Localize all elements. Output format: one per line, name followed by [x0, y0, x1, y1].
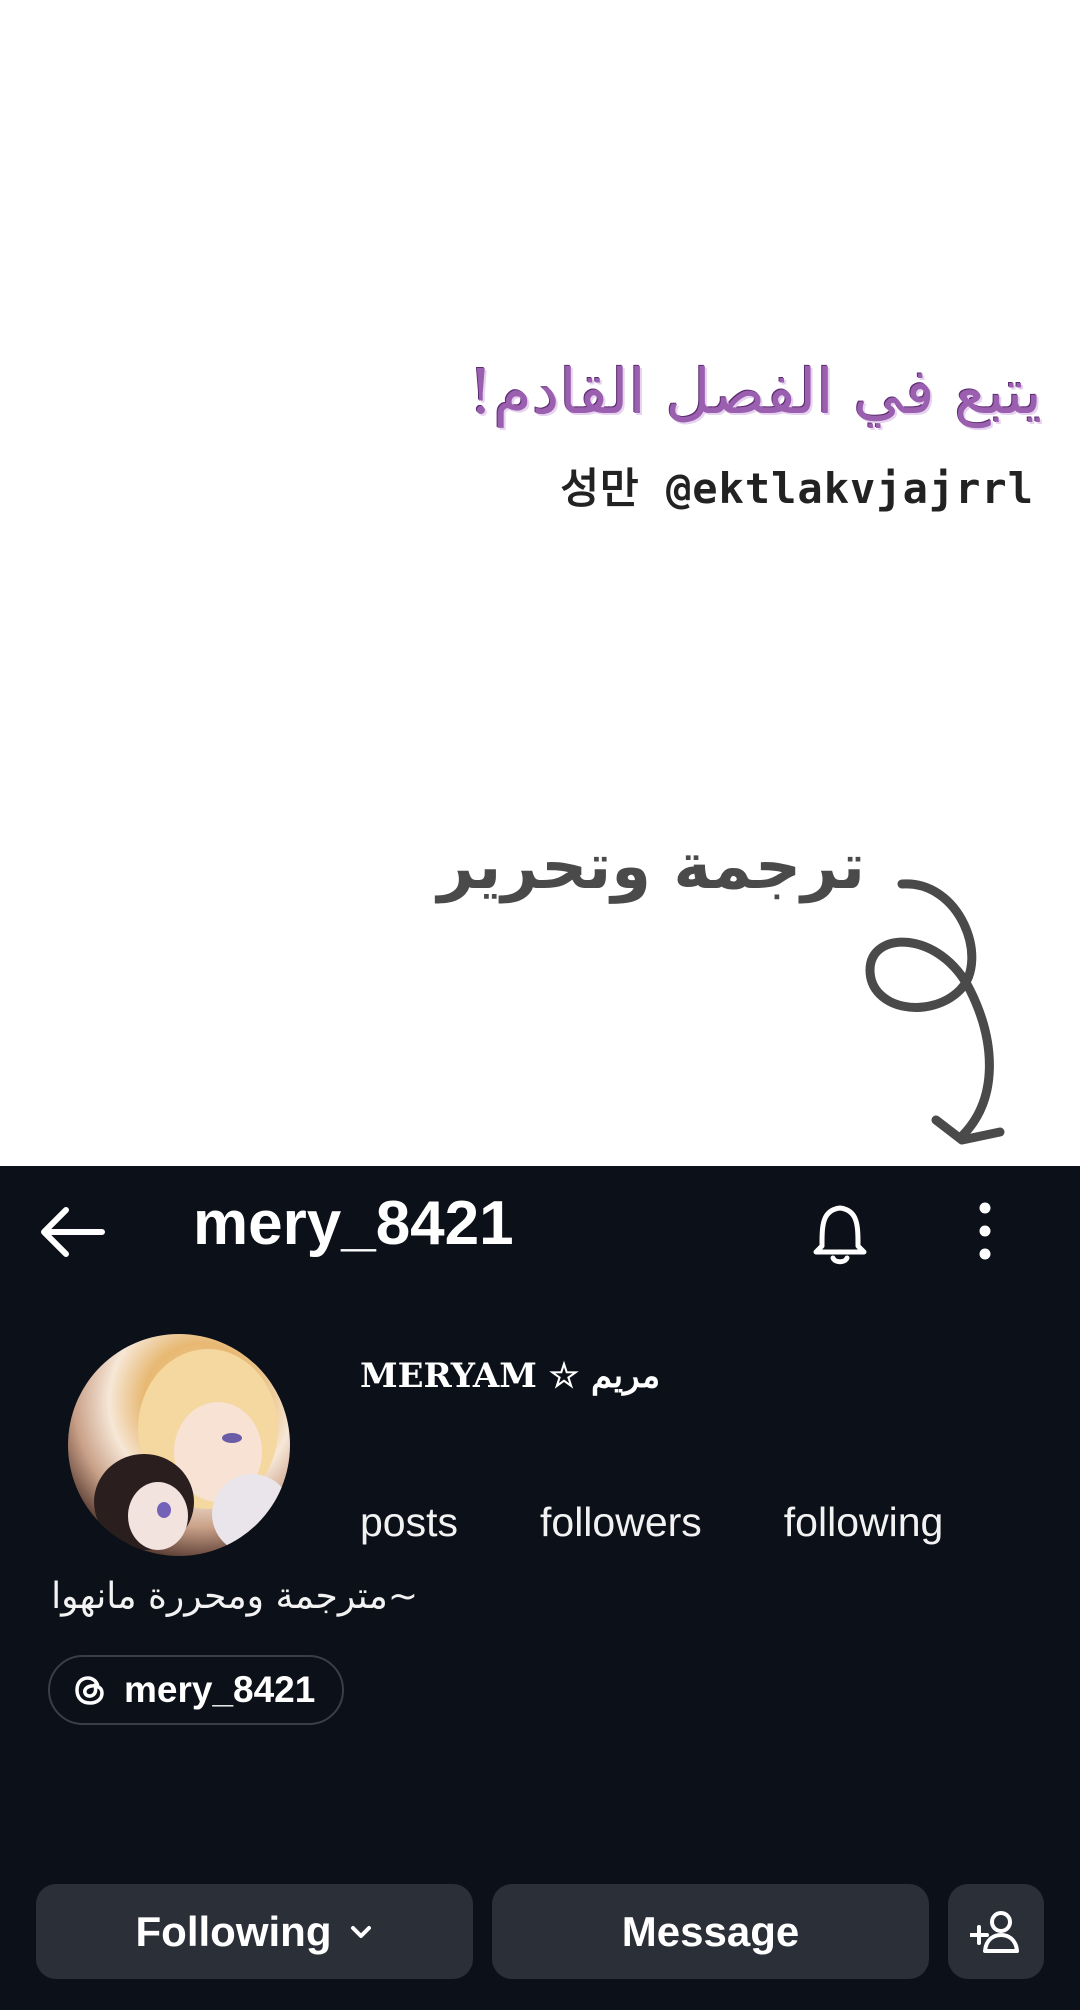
username-title: mery_8421 — [193, 1189, 514, 1258]
add-person-button[interactable] — [948, 1884, 1044, 1979]
credit-text: 성만 @ektlakvjajrrl — [560, 464, 1034, 513]
threads-icon — [75, 1676, 104, 1705]
message-button-label: Message — [621, 1907, 800, 1955]
bell-icon[interactable] — [808, 1196, 872, 1266]
followers-label[interactable]: followers — [540, 1499, 702, 1559]
profile-stats: posts followers following — [360, 1499, 1040, 1559]
display-name: MERYAM ☆ مريم — [360, 1356, 661, 1396]
avatar-illustration — [94, 1349, 290, 1554]
curly-arrow-icon — [865, 879, 1005, 1145]
chevron-down-icon — [351, 1925, 372, 1938]
bio-text: ~مترجمة ومحررة مانهوا — [51, 1576, 418, 1617]
translation-label: ترجمة وتحرير — [437, 830, 865, 904]
threads-badge[interactable]: mery_8421 — [48, 1655, 344, 1725]
following-label[interactable]: following — [784, 1499, 944, 1559]
more-vertical-icon[interactable] — [968, 1200, 1002, 1262]
avatar[interactable] — [68, 1334, 290, 1556]
add-person-icon — [970, 1910, 1019, 1953]
profile-screen: mery_8421 MERYAM ☆ مريم posts followers … — [0, 1166, 1080, 2010]
profile-header: mery_8421 — [0, 1166, 1080, 1296]
following-button-label: Following — [135, 1907, 332, 1955]
next-chapter-text: يتبع في الفصل القادم! — [468, 355, 1042, 428]
comic-panel: يتبع في الفصل القادم! 성만 @ektlakvjajrrl … — [0, 0, 1080, 1166]
following-button[interactable]: Following — [36, 1884, 473, 1979]
posts-label[interactable]: posts — [360, 1499, 458, 1559]
message-button[interactable]: Message — [492, 1884, 929, 1979]
back-arrow-icon[interactable] — [36, 1204, 106, 1260]
threads-handle: mery_8421 — [124, 1669, 316, 1710]
